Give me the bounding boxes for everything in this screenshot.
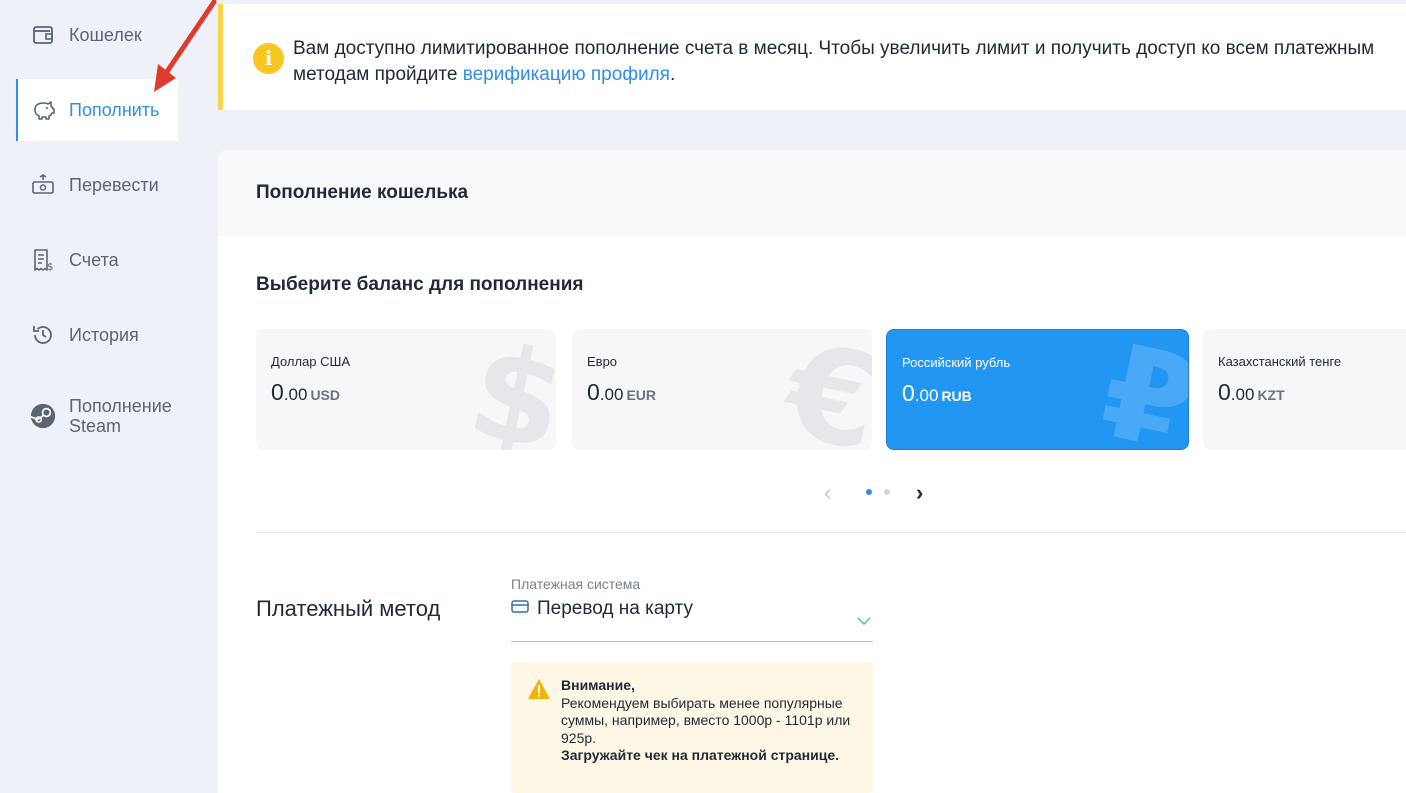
sidebar-item-steam[interactable]: Пополнение Steam [16, 394, 178, 438]
balance-amount: 0.00 USD [271, 379, 340, 406]
balance-name: Российский рубль [902, 355, 1011, 370]
ruble-icon: ₽ [1088, 329, 1189, 450]
balance-pager: ‹ › [818, 480, 938, 506]
sidebar: Кошелек Пополнить Перевести $ Счета Исто… [0, 0, 215, 793]
balance-frac: .00 [599, 385, 624, 404]
warning-bold-tail: Загружайте чек на платежной странице. [561, 747, 840, 763]
sidebar-item-top-up[interactable]: Пополнить [16, 79, 178, 141]
sidebar-item-label: Пополнение Steam [69, 396, 172, 436]
balance-name: Казахстанский тенге [1218, 354, 1342, 369]
svg-text:$: $ [47, 262, 53, 272]
notice-line-1: Вам доступно лимитированное пополнение с… [293, 38, 1375, 59]
section-divider [256, 532, 1406, 533]
balance-name: Евро [587, 354, 618, 369]
notice-period: . [669, 64, 676, 85]
balance-int: 0 [587, 379, 600, 405]
warning-body: Рекомендуем выбирать менее популярные су… [561, 694, 851, 746]
pager-dot-active[interactable] [866, 489, 872, 495]
payment-system-caption: Платежная система [511, 576, 641, 592]
sidebar-item-label: Перевести [69, 175, 159, 195]
sidebar-item-label: Пополнить [69, 100, 160, 120]
balance-amount: 0.00 EUR [587, 379, 656, 406]
sidebar-item-label: История [69, 325, 139, 345]
balance-card-eur[interactable]: € Евро 0.00 EUR [572, 329, 872, 450]
balance-card-rub[interactable]: ₽ Российский рубль 0.00 RUB [886, 329, 1189, 450]
payment-system-select[interactable]: Перевод на карту [511, 594, 873, 642]
balance-amount: 0.00 RUB [902, 380, 972, 407]
euro-icon: € [772, 329, 872, 450]
card-header: Пополнение кошелька [218, 150, 1406, 236]
wallet-icon [30, 22, 56, 48]
balance-int: 0 [271, 379, 284, 405]
chevron-right-icon[interactable]: › [916, 480, 923, 506]
warning-box: Внимание, Рекомендуем выбирать менее поп… [511, 662, 873, 793]
balance-frac: .00 [914, 386, 939, 405]
notice-line-2: методам пройдите [293, 64, 463, 85]
invoice-icon: $ [30, 247, 56, 273]
balance-currency: EUR [626, 387, 656, 403]
history-icon [30, 322, 56, 348]
balance-int: 0 [902, 380, 915, 406]
wallet-topup-card: Пополнение кошелька Выберите баланс для … [218, 150, 1406, 793]
verification-link[interactable]: верификацию профиля [463, 64, 670, 85]
warning-icon [527, 678, 551, 705]
page-title: Пополнение кошелька [256, 182, 469, 203]
sidebar-item-history[interactable]: История [16, 320, 178, 350]
balance-amount: 0.00 KZT [1218, 379, 1285, 406]
balance-card-kzt[interactable]: Казахстанский тенге 0.00 KZT [1203, 329, 1406, 450]
chevron-down-icon[interactable] [857, 612, 871, 630]
sidebar-item-transfer[interactable]: Перевести [16, 170, 178, 200]
balance-card-usd[interactable]: $ Доллар США 0.00 USD [256, 329, 556, 450]
payment-method-label: Платежный метод [256, 596, 441, 621]
balance-currency: KZT [1257, 387, 1285, 403]
piggy-bank-icon [30, 97, 56, 123]
balance-currency: USD [310, 387, 340, 403]
steam-icon [30, 403, 56, 429]
balance-currency: RUB [941, 388, 972, 404]
credit-card-icon [511, 598, 529, 619]
notice-text: Вам доступно лимитированное пополнение с… [293, 36, 1406, 88]
pager-dot[interactable] [884, 489, 890, 495]
choose-balance-title: Выберите баланс для пополнения [256, 274, 584, 295]
money-transfer-icon [30, 172, 56, 198]
sidebar-item-label: Кошелек [69, 25, 142, 45]
warning-title: Внимание, [561, 677, 635, 693]
sidebar-item-wallet[interactable]: Кошелек [16, 20, 178, 50]
info-icon: i [253, 43, 284, 74]
dollar-icon: $ [456, 329, 556, 450]
payment-system-value: Перевод на карту [537, 598, 693, 619]
balance-int: 0 [1218, 379, 1231, 405]
sidebar-item-invoices[interactable]: $ Счета [16, 245, 178, 275]
sidebar-item-label: Счета [69, 250, 119, 270]
warning-text: Внимание, Рекомендуем выбирать менее поп… [561, 677, 861, 765]
balance-name: Доллар США [271, 354, 351, 369]
balance-frac: .00 [1230, 385, 1255, 404]
verification-notice: i Вам доступно лимитированное пополнение… [218, 4, 1406, 110]
chevron-left-icon[interactable]: ‹ [824, 480, 831, 506]
balance-frac: .00 [283, 385, 308, 404]
